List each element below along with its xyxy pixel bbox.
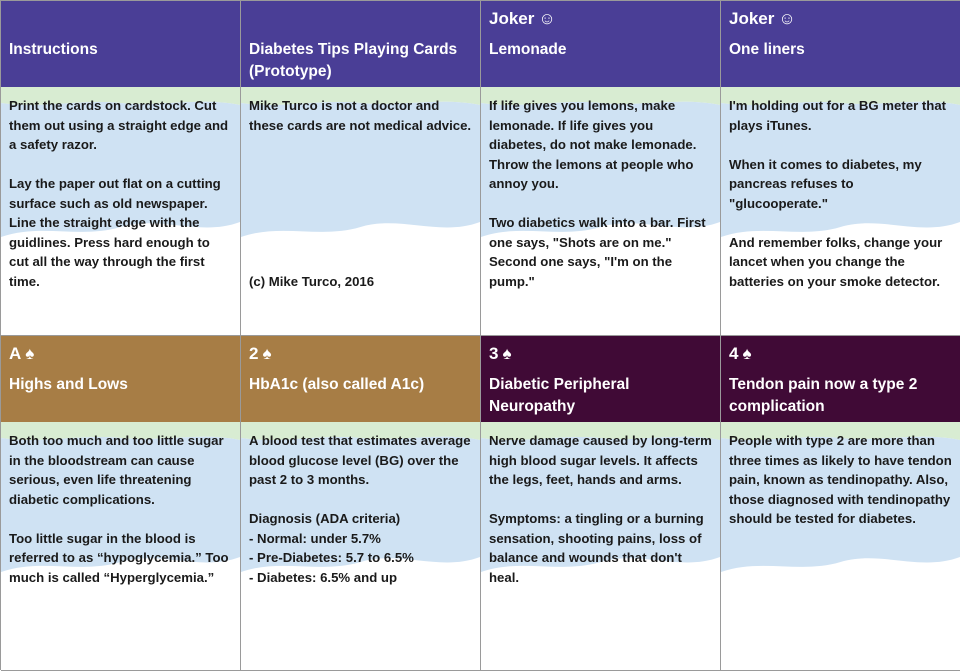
card-paragraph: Mike Turco is not a doctor and these car… [249, 98, 472, 133]
card-paragraph: I'm holding out for a BG meter that play… [729, 98, 947, 133]
card-title: Highs and Lows [9, 376, 128, 393]
diagnosis-list: Diagnosis (ADA criteria) - Normal: under… [249, 511, 414, 585]
card-header: 4 ♠ Tendon pain now a type 2 complication [721, 336, 960, 423]
card-rank: 4 ♠ [729, 344, 752, 363]
card-header: 2 ♠ HbA1c (also called A1c) [241, 336, 480, 423]
card-paragraph: Both too much and too little sugar in th… [9, 433, 224, 507]
card-body: People with type 2 are more than three t… [729, 431, 952, 529]
card-title: Tendon pain now a type 2 complication [729, 376, 918, 415]
card-rank: 2 ♠ [249, 344, 272, 363]
card-instructions: Instructions Print the cards on cardstoc… [1, 1, 241, 336]
card-header: 3 ♠ Diabetic Peripheral Neuropathy [481, 336, 720, 423]
card-rank: Joker ☺ [729, 9, 796, 28]
card-body: Mike Turco is not a doctor and these car… [249, 96, 472, 135]
card-paragraph: A blood test that estimates average bloo… [249, 433, 471, 487]
card-rank: 3 ♠ [489, 344, 512, 363]
card-joker-lemonade: Joker ☺ Lemonade If life gives you lemons… [481, 1, 721, 336]
smiley-icon: ☺ [778, 9, 796, 28]
spade-icon: ♠ [25, 344, 35, 363]
card-rank: Joker ☺ [489, 9, 556, 28]
card-joker-one-liners: Joker ☺ One liners I'm holding out for a … [721, 1, 960, 336]
card-header: Joker ☺ Lemonade [481, 1, 720, 87]
card-title: Diabetes Tips Playing Cards (Prototype) [249, 41, 458, 80]
card-header: Instructions [1, 1, 240, 87]
card-rank: A ♠ [9, 344, 35, 363]
card-4-tendon-pain: 4 ♠ Tendon pain now a type 2 complication… [721, 336, 960, 671]
card-title: Instructions [9, 41, 98, 58]
card-body: Nerve damage caused by long-term high bl… [489, 431, 712, 587]
spade-icon: ♠ [742, 344, 752, 363]
card-paragraph: People with type 2 are more than three t… [729, 433, 952, 526]
card-3-neuropathy: 3 ♠ Diabetic Peripheral Neuropathy Nerve … [481, 336, 721, 671]
card-about: Diabetes Tips Playing Cards (Prototype) … [241, 1, 481, 336]
spade-icon: ♠ [502, 344, 512, 363]
card-body: Print the cards on cardstock. Cut them o… [9, 96, 232, 291]
card-paragraph: Two diabetics walk into a bar. First one… [489, 215, 706, 289]
card-header: A ♠ Highs and Lows [1, 336, 240, 423]
card-title: One liners [729, 41, 805, 58]
card-ace-highs-lows: A ♠ Highs and Lows Both too much and too … [1, 336, 241, 671]
card-header: Joker ☺ One liners [721, 1, 960, 87]
card-title: Lemonade [489, 41, 567, 58]
card-paragraph: Lay the paper out flat on a cutting surf… [9, 176, 221, 289]
card-title: HbA1c (also called A1c) [249, 376, 425, 393]
card-sheet: Instructions Print the cards on cardstoc… [0, 0, 960, 671]
card-body: If life gives you lemons, make lemonade.… [489, 96, 712, 291]
card-body: I'm holding out for a BG meter that play… [729, 96, 952, 291]
smiley-icon: ☺ [538, 9, 556, 28]
card-paragraph: Symptoms: a tingling or a burning sensat… [489, 511, 704, 585]
spade-icon: ♠ [262, 344, 272, 363]
card-paragraph: Print the cards on cardstock. Cut them o… [9, 98, 229, 152]
card-body: Both too much and too little sugar in th… [9, 431, 232, 587]
card-header: Diabetes Tips Playing Cards (Prototype) [241, 1, 480, 87]
card-paragraph: Too little sugar in the blood is referre… [9, 530, 229, 585]
copyright-text: (c) Mike Turco, 2016 [249, 273, 375, 289]
card-2-hba1c: 2 ♠ HbA1c (also called A1c) A blood test … [241, 336, 481, 671]
card-paragraph: When it comes to diabetes, my pancreas r… [729, 156, 922, 211]
card-paragraph: And remember folks, change your lancet w… [729, 234, 943, 289]
card-title: Diabetic Peripheral Neuropathy [489, 376, 630, 415]
card-body: A blood test that estimates average bloo… [249, 431, 472, 587]
card-paragraph: If life gives you lemons, make lemonade.… [489, 98, 697, 191]
card-paragraph: Nerve damage caused by long-term high bl… [489, 433, 712, 487]
